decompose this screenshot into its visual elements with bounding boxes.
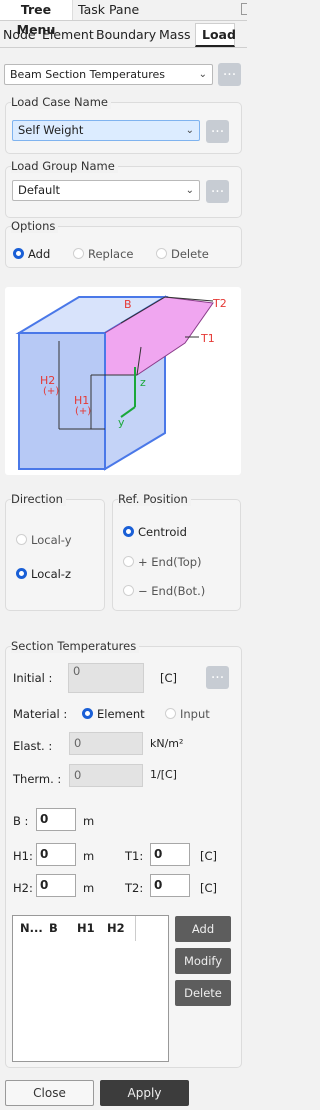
therm-label: Therm. : [13, 772, 62, 786]
tab-task-pane[interactable]: Task Pane [78, 0, 148, 20]
h1-input[interactable]: 0 [36, 843, 76, 866]
figure-axis-y: y [118, 416, 125, 429]
h2-input[interactable]: 0 [36, 874, 76, 897]
ref-end-bot-label: − End(Bot.) [138, 584, 206, 598]
initial-label: Initial : [13, 671, 53, 685]
load-case-label: Load Case Name [11, 95, 111, 109]
section-temps-label: Section Temperatures [11, 639, 140, 653]
figure-label-h2-sign: (+) [43, 386, 60, 397]
initial-input[interactable]: 0 [68, 663, 144, 693]
load-panel: Tree Menu Task Pane Node Element Boundar… [0, 0, 247, 1110]
tab-mass[interactable]: Mass [159, 24, 190, 46]
option-delete-radio[interactable]: Delete [156, 247, 209, 261]
chevron-down-icon: ⌄ [185, 185, 194, 196]
delete-button[interactable]: Delete [175, 980, 231, 1006]
tab-boundary[interactable]: Boundary [96, 24, 156, 46]
option-add-radio[interactable]: Add [13, 247, 50, 261]
h2-label: H2: [13, 881, 33, 895]
figure-label-h1-sign: (+) [75, 406, 92, 417]
subtab-divider [0, 47, 247, 48]
option-replace-label: Replace [88, 247, 134, 261]
option-add-label: Add [28, 247, 51, 261]
load-case-more-button[interactable]: ... [206, 120, 229, 143]
b-input[interactable]: 0 [36, 808, 76, 831]
load-type-value: Beam Section Temperatures [10, 68, 166, 81]
t1-label: T1: [125, 849, 144, 863]
tab-node[interactable]: Node [3, 24, 36, 46]
load-group-more-button[interactable]: ... [206, 180, 229, 203]
col-header-h1[interactable]: H1 [77, 916, 95, 940]
direction-local-z-radio[interactable]: Local-z [16, 567, 71, 581]
therm-unit: 1/[C] [150, 768, 177, 781]
direction-label: Direction [11, 492, 66, 506]
option-replace-radio[interactable]: Replace [73, 247, 134, 261]
load-group-select[interactable]: Default ⌄ [12, 180, 200, 201]
close-button[interactable]: Close [5, 1080, 94, 1106]
material-input-label: Input [180, 707, 210, 721]
figure-label-b: B [124, 298, 132, 311]
figure-axis-z: z [140, 376, 146, 389]
ref-centroid-radio[interactable]: Centroid [123, 525, 187, 539]
ref-position-label: Ref. Position [118, 492, 191, 506]
t1-input[interactable]: 0 [150, 843, 190, 866]
elast-unit: kN/m² [150, 737, 184, 750]
option-delete-label: Delete [171, 247, 209, 261]
elast-label: Elast. : [13, 739, 53, 753]
h2-unit: m [83, 881, 95, 895]
therm-input[interactable]: 0 [69, 764, 143, 787]
material-element-label: Element [97, 707, 145, 721]
direction-local-y-label: Local-y [31, 533, 72, 547]
material-label: Material : [13, 707, 68, 721]
figure-label-t1: T1 [201, 332, 215, 345]
h1-unit: m [83, 849, 95, 863]
b-label: B : [13, 814, 29, 828]
modify-button[interactable]: Modify [175, 948, 231, 974]
table-header-row: N... B H1 H2 [13, 916, 136, 941]
load-group-value: Default [18, 183, 61, 197]
direction-group [5, 499, 105, 611]
material-element-radio[interactable]: Element [82, 707, 145, 721]
material-input-radio[interactable]: Input [165, 707, 210, 721]
t2-label: T2: [125, 881, 144, 895]
figure-label-t2: T2 [213, 297, 227, 310]
elast-input[interactable]: 0 [69, 732, 143, 755]
load-case-value: Self Weight [18, 123, 84, 137]
tab-divider [0, 20, 247, 21]
load-case-select[interactable]: Self Weight ⌄ [12, 120, 200, 141]
direction-local-z-label: Local-z [31, 567, 71, 581]
add-button[interactable]: Add [175, 916, 231, 942]
initial-more-button[interactable]: ... [206, 666, 229, 689]
t2-input[interactable]: 0 [150, 874, 190, 897]
load-group-label: Load Group Name [11, 159, 118, 173]
col-header-h2[interactable]: H2 [107, 916, 125, 940]
load-type-select[interactable]: Beam Section Temperatures ⌄ [4, 64, 213, 85]
tab-tree-menu[interactable]: Tree Menu [0, 0, 73, 37]
tab-load[interactable]: Load [195, 23, 236, 47]
col-header-no[interactable]: N... [20, 916, 43, 940]
load-type-more-button[interactable]: ... [218, 63, 241, 86]
ref-centroid-label: Centroid [138, 525, 187, 539]
pin-icon[interactable] [241, 3, 247, 15]
temps-table[interactable]: N... B H1 H2 [12, 915, 169, 1062]
t2-unit: [C] [200, 881, 218, 895]
t1-unit: [C] [200, 849, 218, 863]
initial-unit: [C] [160, 671, 178, 685]
ref-end-top-radio[interactable]: + End(Top) [123, 555, 202, 569]
apply-button[interactable]: Apply [100, 1080, 189, 1106]
chevron-down-icon: ⌄ [198, 69, 207, 80]
options-label: Options [11, 219, 59, 233]
direction-local-y-radio[interactable]: Local-y [16, 533, 72, 547]
tab-element[interactable]: Element [42, 24, 94, 46]
ref-end-top-label: + End(Top) [138, 555, 202, 569]
chevron-down-icon: ⌄ [185, 125, 194, 136]
b-unit: m [83, 814, 95, 828]
col-header-b[interactable]: B [49, 916, 58, 940]
h1-label: H1: [13, 849, 33, 863]
ref-end-bot-radio[interactable]: − End(Bot.) [123, 584, 205, 598]
